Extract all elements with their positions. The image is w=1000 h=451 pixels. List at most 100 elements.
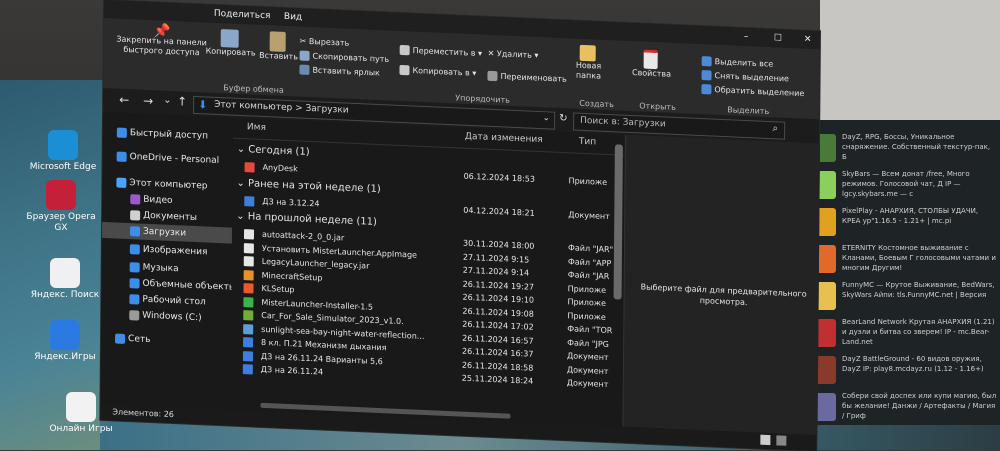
copy-button[interactable]: Копировать — [206, 28, 256, 58]
pin-quick-access-button[interactable]: 📌 Закрепить на панели быстрого доступа — [112, 23, 212, 58]
server-description: FunnyMC — Крутое Выживание, BedWars, Sky… — [842, 281, 995, 299]
tab-share[interactable]: Поделиться — [214, 9, 271, 21]
select-all-icon — [701, 56, 712, 67]
delete-label: Удалить ▾ — [496, 49, 539, 60]
nav-item[interactable]: Быстрый доступ — [116, 125, 209, 145]
server-entry[interactable]: BearLand Network Крутая АНАРХИЯ (1.21) и… — [790, 313, 1000, 353]
column-date[interactable]: Дата изменения — [465, 132, 543, 145]
new-folder-label: Новая папка — [575, 60, 602, 81]
server-entry[interactable]: DayZ BattleGround - 60 видов оружия, Day… — [790, 350, 1000, 390]
group-title: Сегодня (1) — [248, 144, 310, 158]
nav-item[interactable]: Видео — [130, 191, 173, 209]
nav-item-label: Сеть — [128, 334, 151, 346]
recent-chevron-icon[interactable]: ⌄ — [163, 95, 171, 106]
nav-item-icon — [129, 261, 140, 273]
server-entry[interactable]: ETERNITY Костомное выживание с Кланами, … — [790, 239, 1000, 279]
address-path: Этот компьютер > Загрузки — [214, 99, 349, 116]
back-arrow-icon[interactable]: ← — [119, 93, 129, 107]
file-type: Документ — [566, 378, 609, 390]
nav-item-label: OneDrive - Personal — [129, 152, 220, 167]
pin-label: Закрепить на панели быстрого доступа — [116, 34, 207, 58]
paste-shortcut-icon — [299, 64, 310, 75]
properties-button[interactable]: Свойства — [631, 49, 671, 80]
group-title: Ранее на этой неделе (1) — [247, 177, 381, 195]
column-name[interactable]: Имя — [247, 122, 266, 133]
nav-item-label: Быстрый доступ — [129, 128, 209, 142]
nav-item-icon — [115, 332, 126, 344]
nav-item[interactable]: OneDrive - Personal — [116, 149, 220, 169]
group-create-label: Создать — [579, 98, 614, 110]
details-view-icon[interactable] — [760, 434, 771, 446]
paste-icon — [269, 31, 286, 52]
copy-path-button[interactable]: Скопировать путь — [299, 50, 390, 65]
nav-item-label: Рабочий стол — [142, 294, 206, 308]
cut-button[interactable]: ✂ Вырезать — [300, 37, 350, 49]
address-dropdown-icon[interactable]: ⌄ — [543, 113, 551, 123]
file-date: 04.12.2024 18:21 — [463, 205, 535, 218]
group-open-label: Открыть — [639, 101, 676, 112]
nav-item[interactable]: Изображения — [129, 241, 208, 260]
group-header[interactable]: ⌄ Сегодня (1) — [237, 144, 310, 158]
up-arrow-icon[interactable]: ↑ — [177, 94, 187, 108]
file-icon — [243, 269, 254, 281]
file-date: 06.12.2024 18:53 — [463, 171, 536, 184]
rename-label: Переименовать — [500, 71, 567, 84]
server-entry[interactable]: Собери свой доспех или купи магию, был б… — [790, 387, 1000, 427]
forward-arrow-icon[interactable]: → — [143, 94, 153, 108]
nav-item[interactable]: Сеть — [115, 330, 151, 348]
collapse-chevron-icon: ⌄ — [236, 143, 249, 156]
nav-item-label: Видео — [143, 194, 173, 206]
delete-button[interactable]: ✕ Удалить ▾ — [488, 49, 539, 61]
paste-shortcut-button[interactable]: Вставить ярлык — [299, 64, 380, 79]
select-all-button[interactable]: Выделить все — [701, 56, 774, 70]
column-type[interactable]: Тип — [579, 137, 596, 148]
copy-path-icon — [299, 50, 310, 61]
server-description: DayZ BattleGround - 60 видов оружия, Day… — [842, 355, 984, 373]
item-count: Элементов: 26 — [112, 407, 174, 420]
nav-item-icon — [116, 151, 127, 162]
large-icons-view-icon[interactable] — [776, 435, 787, 446]
deselect-label: Снять выделение — [714, 71, 790, 84]
file-icon — [242, 364, 253, 375]
wall-background — [820, 0, 1000, 120]
desktop-icon[interactable]: Яндекс.Игры — [30, 320, 100, 363]
desktop-icon[interactable]: Microsoft Edge — [28, 130, 98, 173]
rename-button[interactable]: Переименовать — [487, 70, 567, 85]
tab-view[interactable]: Вид — [284, 12, 302, 23]
app-icon — [48, 130, 78, 160]
move-to-button[interactable]: Переместить в ▾ — [399, 44, 482, 59]
server-entry[interactable]: PixelPlay - АНАРХИЯ, СТОЛБЫ УДАЧИ, КРЕА … — [790, 202, 1000, 242]
maximize-button[interactable]: ☐ — [774, 33, 782, 43]
new-folder-button[interactable]: Новая папка — [573, 44, 603, 82]
file-icon — [244, 162, 255, 173]
server-list-panel: DayZ, RPG, Боссы, Уникальное снаряжение.… — [790, 120, 1000, 425]
file-icon — [243, 229, 255, 240]
delete-x-icon: ✕ — [487, 48, 497, 59]
nav-item-label: Загрузки — [142, 226, 187, 239]
copy-to-button[interactable]: Копировать в ▾ — [399, 64, 476, 79]
desktop-icon[interactable]: Яндекс. Поиск — [30, 258, 100, 301]
deselect-button[interactable]: Снять выделение — [701, 70, 790, 84]
search-placeholder: Поиск в: Загрузки — [580, 115, 666, 130]
properties-label: Свойства — [631, 68, 672, 79]
refresh-icon[interactable]: ↻ — [559, 113, 567, 124]
server-entry[interactable]: SkyBars — Всем донат /free, Много режимо… — [790, 165, 1000, 205]
select-all-label: Выделить все — [714, 57, 774, 69]
group-header[interactable]: ⌄ Ранее на этой неделе (1) — [236, 177, 380, 194]
app-icon — [46, 180, 76, 210]
group-header[interactable]: ⌄ На прошлой неделе (11) — [236, 211, 377, 228]
server-entry[interactable]: FunnyMC — Крутое Выживание, BedWars, Sky… — [790, 276, 1000, 316]
nav-item[interactable]: Загрузки — [101, 221, 233, 244]
server-description: SkyBars — Всем донат /free, Много режимо… — [842, 170, 970, 198]
server-entry[interactable]: DayZ, RPG, Боссы, Уникальное снаряжение.… — [790, 128, 1000, 168]
file-icon — [243, 310, 254, 321]
invert-selection-button[interactable]: Обратить выделение — [701, 84, 804, 99]
nav-item-label: Windows (C:) — [142, 310, 202, 324]
vertical-scrollbar[interactable] — [613, 144, 623, 300]
server-description: Собери свой доспех или купи магию, был б… — [842, 392, 997, 420]
paste-button[interactable]: Вставить — [256, 31, 302, 63]
minimize-button[interactable]: – — [744, 32, 749, 42]
nav-item-label: Объемные объекты — [142, 278, 237, 293]
nav-item[interactable]: Windows (C:) — [129, 307, 202, 326]
close-button[interactable]: ✕ — [804, 35, 812, 45]
